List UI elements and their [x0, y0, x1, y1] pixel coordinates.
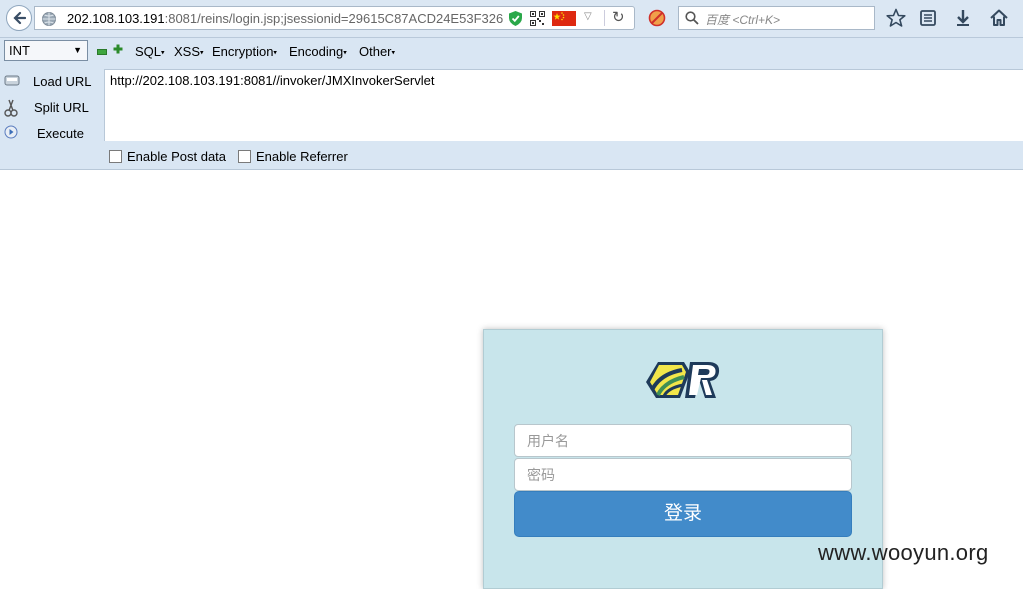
url-host: 202.108.103.191 — [67, 11, 165, 26]
minus-icon[interactable] — [97, 49, 107, 55]
int-type-select[interactable]: INT ▼ — [4, 40, 88, 61]
search-box[interactable]: 百度 <Ctrl+K> — [678, 6, 875, 30]
qr-code-icon[interactable] — [530, 11, 545, 26]
caret-icon: ▾ — [343, 49, 347, 57]
chevron-down-icon: ▼ — [73, 45, 82, 55]
login-button[interactable]: 登录 — [514, 491, 852, 537]
search-icon — [685, 11, 699, 25]
reload-icon[interactable]: ↻ — [612, 8, 625, 26]
watermark-text: www.wooyun.org — [818, 540, 989, 565]
address-bar[interactable]: 202.108.103.191:8081/reins/login.jsp;jse… — [34, 6, 635, 30]
menu-sql[interactable]: SQL▾ — [135, 44, 165, 59]
caret-icon: ▾ — [273, 49, 277, 57]
globe-icon — [42, 12, 56, 26]
execute-label: Execute — [37, 126, 84, 141]
caret-icon: ▾ — [161, 49, 165, 57]
checkbox-box[interactable] — [109, 150, 122, 163]
home-icon[interactable] — [989, 8, 1009, 28]
url-textarea[interactable]: http://202.108.103.191:8081//invoker/JMX… — [104, 69, 1023, 141]
menu-xss[interactable]: XSS▾ — [174, 44, 204, 59]
checkbox-box[interactable] — [238, 150, 251, 163]
back-arrow-icon — [13, 11, 26, 25]
bookmark-star-icon[interactable] — [886, 8, 906, 28]
enable-referrer-label: Enable Referrer — [256, 149, 348, 164]
noscript-icon[interactable] — [648, 9, 666, 27]
enable-post-label: Enable Post data — [127, 149, 227, 164]
execute-button[interactable]: Execute — [0, 123, 100, 145]
load-url-icon — [4, 75, 20, 86]
scissors-icon — [4, 99, 18, 117]
load-url-button[interactable]: Load URL — [0, 71, 100, 93]
reading-list-icon[interactable] — [918, 8, 938, 28]
address-text: 202.108.103.191:8081/reins/login.jsp;jse… — [67, 11, 503, 26]
download-icon[interactable] — [953, 8, 973, 28]
enable-post-checkbox[interactable]: Enable Post data — [109, 149, 226, 164]
password-input[interactable] — [515, 459, 851, 490]
hackbar-panel: INT ▼ SQL▾ XSS▾ Encryption▾ Encoding▾ Ot… — [0, 38, 1023, 170]
china-flag-icon — [552, 11, 576, 26]
menu-other[interactable]: Other▾ — [359, 44, 395, 59]
load-url-label: Load URL — [33, 74, 92, 89]
split-url-label: Split URL — [34, 100, 89, 115]
url-separator — [604, 10, 605, 26]
caret-icon: ▾ — [200, 49, 204, 57]
browser-navbar: 202.108.103.191:8081/reins/login.jsp;jse… — [0, 0, 1023, 38]
menu-encryption[interactable]: Encryption▾ — [212, 44, 277, 59]
plus-icon[interactable] — [113, 44, 123, 54]
enable-referrer-checkbox[interactable]: Enable Referrer — [238, 149, 348, 164]
username-field[interactable] — [514, 424, 852, 457]
url-path: :8081/reins/login.jsp;jsessionid=29615C8… — [164, 11, 503, 26]
search-placeholder: 百度 <Ctrl+K> — [705, 13, 781, 27]
history-dropdown-icon[interactable]: ▽ — [584, 11, 592, 22]
play-icon — [4, 125, 18, 139]
password-field[interactable] — [514, 458, 852, 491]
site-logo — [646, 362, 720, 398]
username-input[interactable] — [515, 425, 851, 456]
int-type-value: INT — [9, 43, 30, 58]
shield-icon[interactable] — [508, 10, 523, 27]
split-url-button[interactable]: Split URL — [0, 97, 100, 119]
back-button[interactable] — [6, 5, 32, 31]
caret-icon: ▾ — [391, 49, 396, 57]
menu-encoding[interactable]: Encoding▾ — [289, 44, 347, 59]
